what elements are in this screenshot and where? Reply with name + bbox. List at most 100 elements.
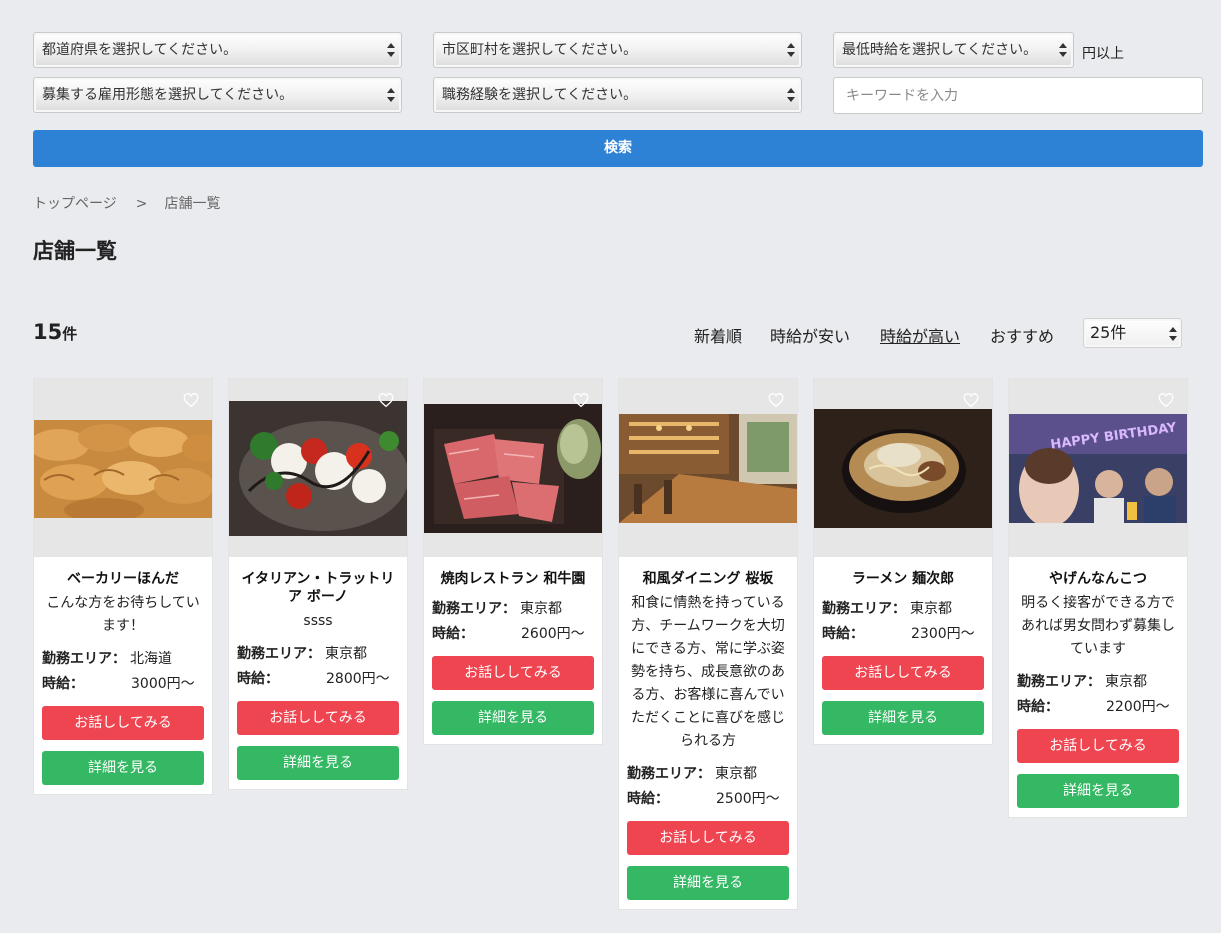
experience-select-value: 職務経験を選択してください。 — [442, 87, 638, 103]
keyword-input[interactable] — [833, 77, 1203, 114]
shop-photo-yakiniku — [424, 404, 602, 533]
talk-button[interactable]: お話ししてみる — [432, 656, 594, 690]
area-value: 東京都 — [325, 646, 367, 662]
wage-label: 時給： — [627, 791, 669, 807]
sort-wage-high[interactable]: 時給が高い — [880, 323, 960, 347]
updown-chevron-icon — [387, 86, 395, 104]
shop-photo-caprese — [229, 401, 407, 536]
prefecture-select[interactable]: 都道府県を選択してください。 — [33, 32, 402, 68]
wage-value: 2800円〜 — [326, 671, 390, 687]
area-value: 東京都 — [1105, 674, 1147, 690]
experience-select[interactable]: 職務経験を選択してください。 — [433, 77, 802, 113]
shop-description: こんな方をお待ちしています！ — [46, 595, 200, 634]
city-select[interactable]: 市区町村を選択してください。 — [433, 32, 802, 68]
shop-description: ssss — [303, 613, 333, 629]
shop-image-area — [814, 379, 992, 557]
area-value: 東京都 — [910, 601, 952, 617]
shop-name: ラーメン 麺次郎 — [851, 571, 955, 587]
updown-chevron-icon — [1169, 325, 1177, 343]
wage-label: 時給： — [1017, 699, 1059, 715]
area-value: 北海道 — [130, 651, 172, 667]
updown-chevron-icon — [787, 41, 795, 59]
talk-button[interactable]: お話ししてみる — [1017, 729, 1179, 763]
talk-button[interactable]: お話ししてみる — [42, 706, 204, 740]
detail-button[interactable]: 詳細を見る — [237, 746, 399, 780]
breadcrumb: トップページ > 店舗一覧 — [33, 193, 220, 213]
min-wage-select[interactable]: 最低時給を選択してください。 — [833, 32, 1074, 68]
wage-value: 2300円〜 — [911, 626, 975, 642]
talk-button[interactable]: お話ししてみる — [237, 701, 399, 735]
shop-card: イタリアン・トラットリア ボーノ ssss 勤務エリア： 東京都 時給： 2800円… — [228, 378, 408, 790]
shop-card: 焼肉レストラン 和牛園 勤務エリア： 東京都 時給： 2600円〜 お話ししてみる … — [423, 378, 603, 745]
shop-name: 和風ダイニング 桜坂 — [642, 571, 774, 587]
area-label: 勤務エリア： — [432, 601, 516, 617]
shop-image-area — [229, 379, 407, 557]
favorite-heart-icon[interactable] — [1158, 393, 1174, 409]
detail-button[interactable]: 詳細を見る — [1017, 774, 1179, 808]
wage-value: 2500円〜 — [716, 791, 780, 807]
area-label: 勤務エリア： — [1017, 674, 1101, 690]
shop-card: ベーカリーほんだ こんな方をお待ちしています！ 勤務エリア： 北海道 時給： 300… — [33, 378, 213, 795]
area-label: 勤務エリア： — [627, 766, 711, 782]
talk-button[interactable]: お話ししてみる — [627, 821, 789, 855]
sort-wage-low[interactable]: 時給が安い — [770, 323, 850, 347]
detail-button[interactable]: 詳細を見る — [42, 751, 204, 785]
wage-value: 2200円〜 — [1106, 699, 1170, 715]
area-value: 東京都 — [715, 766, 757, 782]
wage-value: 2600円〜 — [521, 626, 585, 642]
talk-button[interactable]: お話ししてみる — [822, 656, 984, 690]
favorite-heart-icon[interactable] — [378, 393, 394, 409]
detail-button[interactable]: 詳細を見る — [822, 701, 984, 735]
updown-chevron-icon — [387, 41, 395, 59]
shop-card: 和風ダイニング 桜坂 和食に情熱を持っている方、チームワークを大切にできる方、常… — [618, 378, 798, 910]
shop-image-area — [34, 379, 212, 557]
shop-name: ベーカリーほんだ — [67, 571, 179, 587]
search-button[interactable]: 検索 — [33, 130, 1203, 167]
area-label: 勤務エリア： — [237, 646, 321, 662]
wage-label: 時給： — [432, 626, 474, 642]
detail-button[interactable]: 詳細を見る — [627, 866, 789, 900]
shop-card: HAPPY BIRTHDAY やげんなんこつ 明るく接客ができる方であれば男女問… — [1008, 378, 1188, 818]
result-count: 15件 — [33, 320, 77, 344]
shop-description: 和食に情熱を持っている方、チームワークを大切にできる方、常に学ぶ姿勢を持ち、成長… — [631, 595, 785, 749]
breadcrumb-separator: > — [135, 196, 148, 212]
favorite-heart-icon[interactable] — [963, 393, 979, 409]
shop-image-area — [619, 379, 797, 557]
area-value: 東京都 — [520, 601, 562, 617]
city-select-value: 市区町村を選択してください。 — [442, 42, 638, 58]
breadcrumb-current: 店舗一覧 — [164, 196, 221, 212]
updown-chevron-icon — [1059, 41, 1067, 59]
min-wage-select-value: 最低時給を選択してください。 — [842, 42, 1038, 58]
prefecture-select-value: 都道府県を選択してください。 — [42, 42, 238, 58]
shop-photo-ramen — [814, 409, 992, 528]
favorite-heart-icon[interactable] — [573, 393, 589, 409]
result-count-unit: 件 — [62, 325, 78, 343]
sort-newest[interactable]: 新着順 — [694, 323, 742, 347]
breadcrumb-top-link[interactable]: トップページ — [33, 196, 117, 212]
detail-button[interactable]: 詳細を見る — [432, 701, 594, 735]
min-wage-suffix: 円以上 — [1082, 46, 1124, 62]
sort-recommended[interactable]: おすすめ — [990, 323, 1054, 347]
wage-label: 時給： — [822, 626, 864, 642]
wage-label: 時給： — [42, 676, 84, 692]
shop-photo-party: HAPPY BIRTHDAY — [1009, 414, 1187, 523]
page-title: 店舗一覧 — [33, 239, 117, 263]
shop-card: ラーメン 麺次郎 勤務エリア： 東京都 時給： 2300円〜 お話ししてみる 詳細を… — [813, 378, 993, 745]
wage-value: 3000円〜 — [131, 676, 195, 692]
shop-name: やげんなんこつ — [1049, 571, 1147, 587]
shop-image-area — [424, 379, 602, 557]
favorite-heart-icon[interactable] — [768, 393, 784, 409]
per-page-select[interactable]: 25件 — [1083, 318, 1182, 348]
shop-name: 焼肉レストラン 和牛園 — [440, 571, 586, 587]
per-page-value: 25件 — [1090, 323, 1127, 342]
updown-chevron-icon — [787, 86, 795, 104]
shop-photo-croissants — [34, 420, 212, 518]
favorite-heart-icon[interactable] — [183, 393, 199, 409]
area-label: 勤務エリア： — [42, 651, 126, 667]
employment-type-select[interactable]: 募集する雇用形態を選択してください。 — [33, 77, 402, 113]
shop-description: 明るく接客ができる方であれば男女問わず募集しています — [1021, 595, 1175, 657]
area-label: 勤務エリア： — [822, 601, 906, 617]
wage-label: 時給： — [237, 671, 279, 687]
result-count-number: 15 — [33, 320, 63, 344]
shop-image-area: HAPPY BIRTHDAY — [1009, 379, 1187, 557]
